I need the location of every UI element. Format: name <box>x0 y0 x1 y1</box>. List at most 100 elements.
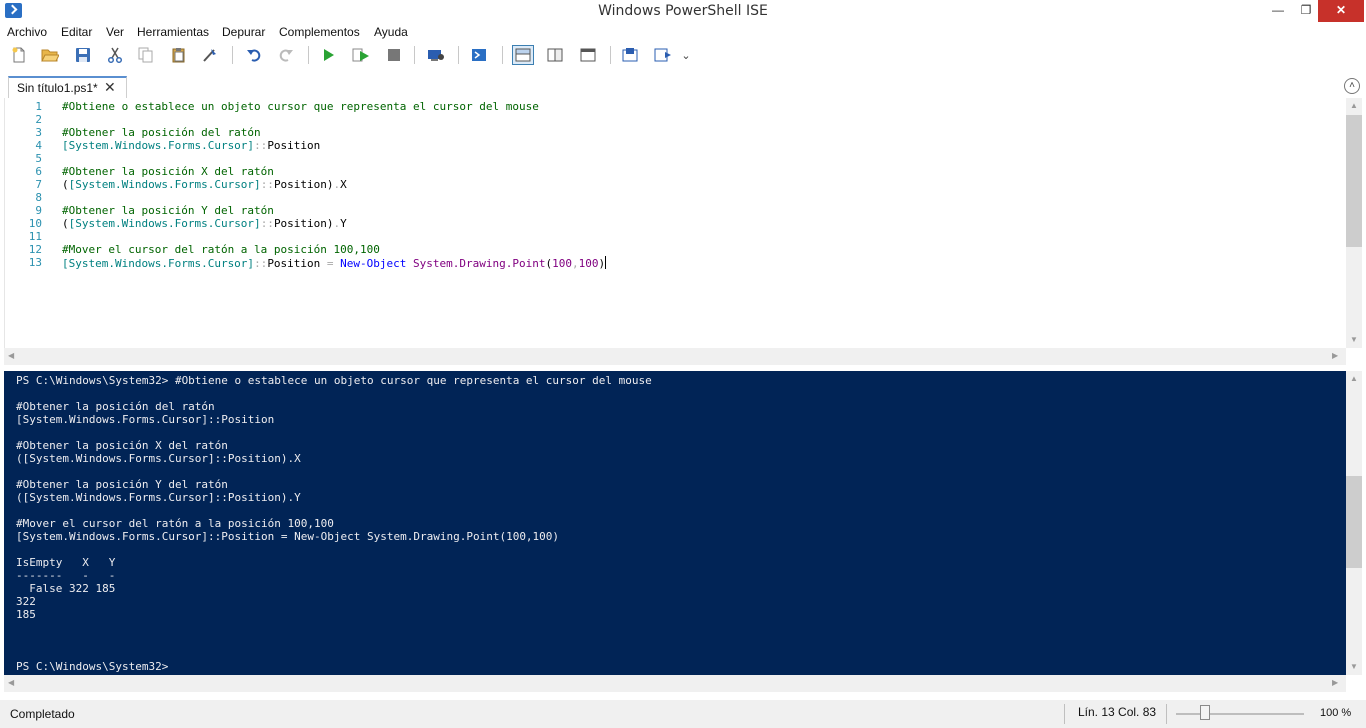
undo-icon[interactable] <box>245 46 263 64</box>
toolbar-separator <box>414 46 415 64</box>
editor-line-12: #Mover el cursor del ratón a la posición… <box>62 243 380 256</box>
menu-depurar[interactable]: Depurar <box>222 25 265 39</box>
editor-scroll-thumb[interactable] <box>1346 115 1362 247</box>
menu-herramientas[interactable]: Herramientas <box>137 25 209 39</box>
console-output-divider: ------- - - <box>16 569 116 582</box>
line-number: 8 <box>35 191 42 204</box>
open-folder-icon[interactable] <box>41 46 59 64</box>
tab-title: Sin título1.ps1* <box>17 81 98 95</box>
console-pane[interactable]: PS C:\Windows\System32> #Obtiene o estab… <box>4 371 1346 675</box>
menu-ayuda[interactable]: Ayuda <box>374 25 408 39</box>
line-number: 2 <box>35 113 42 126</box>
editor-line-4: [System.Windows.Forms.Cursor]::Position <box>62 139 321 152</box>
text-caret <box>605 256 607 269</box>
zoom-slider[interactable] <box>1176 713 1304 715</box>
scroll-up-icon[interactable]: ▲ <box>1350 374 1358 383</box>
editor-line-1: #Obtiene o establece un objeto cursor qu… <box>62 100 539 113</box>
console-line: PS C:\Windows\System32> #Obtiene o estab… <box>16 374 652 387</box>
line-number: 4 <box>35 139 42 152</box>
console-output-header: IsEmpty X Y <box>16 556 116 569</box>
status-divider <box>1064 704 1065 724</box>
toolbar-separator <box>458 46 459 64</box>
toolbar-separator <box>232 46 233 64</box>
restore-button[interactable]: ❐ <box>1292 0 1320 22</box>
powershell-console-icon[interactable] <box>470 46 488 64</box>
console-line: [System.Windows.Forms.Cursor]::Position … <box>16 530 560 543</box>
close-tab-icon[interactable]: ✕ <box>104 79 116 96</box>
editor-line-7: ([System.Windows.Forms.Cursor]::Position… <box>62 178 347 191</box>
run-selection-icon[interactable] <box>352 46 370 64</box>
collapse-script-pane-icon[interactable]: ˄ <box>1344 78 1360 94</box>
show-command-addon-icon[interactable] <box>654 46 672 64</box>
status-text: Completado <box>10 707 75 721</box>
save-icon[interactable] <box>74 46 92 64</box>
script-pane-right-icon[interactable] <box>546 46 564 64</box>
toolbar-overflow-icon[interactable]: ⌄ <box>680 46 692 64</box>
console-horizontal-scrollbar[interactable]: ◀ ▶ <box>4 675 1346 692</box>
scroll-right-icon[interactable]: ▶ <box>1332 351 1338 360</box>
toolbar-separator <box>308 46 309 64</box>
editor-line-9: #Obtener la posición Y del ratón <box>62 204 274 217</box>
console-line: #Obtener la posición del ratón <box>16 400 215 413</box>
console-line: #Mover el cursor del ratón a la posición… <box>16 517 334 530</box>
console-scroll-thumb[interactable] <box>1346 476 1362 568</box>
line-number: 7 <box>35 178 42 191</box>
scroll-down-icon[interactable]: ▼ <box>1350 335 1358 344</box>
line-number: 12 <box>28 243 42 256</box>
status-bar: Completado Lín. 13 Col. 83 100 % <box>0 700 1366 728</box>
console-line: #Obtener la posición Y del ratón <box>16 478 228 491</box>
scroll-left-icon[interactable]: ◀ <box>8 351 14 360</box>
window-title: Windows PowerShell ISE <box>598 3 768 19</box>
line-number: 5 <box>35 152 42 165</box>
scroll-left-icon[interactable]: ◀ <box>8 678 14 687</box>
copy-icon[interactable] <box>137 46 155 64</box>
close-button[interactable]: ✕ <box>1318 0 1364 22</box>
zoom-slider-thumb[interactable] <box>1200 705 1210 720</box>
remote-powershell-icon[interactable] <box>427 46 445 64</box>
scroll-up-icon[interactable]: ▲ <box>1350 101 1358 110</box>
toolbar: ⌄ <box>0 42 1366 68</box>
cut-icon[interactable] <box>106 46 124 64</box>
tab-sin-titulo1[interactable]: Sin título1.ps1* ✕ <box>8 76 127 98</box>
paste-icon[interactable] <box>170 46 188 64</box>
console-prompt: PS C:\Windows\System32> <box>16 660 169 673</box>
powershell-ise-window: Windows PowerShell ISE — ❐ ✕ Archivo Edi… <box>0 0 1366 728</box>
title-bar: Windows PowerShell ISE — ❐ ✕ <box>0 0 1366 24</box>
editor-line-10: ([System.Windows.Forms.Cursor]::Position… <box>62 217 347 230</box>
menu-bar: Archivo Editar Ver Herramientas Depurar … <box>0 24 1366 42</box>
editor-line-13: [System.Windows.Forms.Cursor]::Position … <box>62 256 607 270</box>
menu-complementos[interactable]: Complementos <box>279 25 360 39</box>
line-number: 10 <box>28 217 42 230</box>
console-output-row: False 322 185 <box>16 582 116 595</box>
new-file-icon[interactable] <box>10 46 28 64</box>
line-number: 3 <box>35 126 42 139</box>
stop-icon[interactable] <box>385 46 403 64</box>
console-line: ([System.Windows.Forms.Cursor]::Position… <box>16 491 301 504</box>
script-editor[interactable]: #Obtiene o establece un objeto cursor qu… <box>4 98 1346 348</box>
console-output-x: 322 <box>16 595 36 608</box>
line-number: 1 <box>35 100 42 113</box>
menu-editar[interactable]: Editar <box>61 25 92 39</box>
toolbar-separator <box>502 46 503 64</box>
line-number: 11 <box>28 230 42 243</box>
clear-console-icon[interactable] <box>201 46 219 64</box>
line-number: 13 <box>28 256 42 269</box>
menu-archivo[interactable]: Archivo <box>7 25 47 39</box>
run-script-icon[interactable] <box>319 46 337 64</box>
editor-line-3: #Obtener la posición del ratón <box>62 126 261 139</box>
redo-icon[interactable] <box>277 46 295 64</box>
editor-line-6: #Obtener la posición X del ratón <box>62 165 274 178</box>
console-line: #Obtener la posición X del ratón <box>16 439 228 452</box>
menu-ver[interactable]: Ver <box>106 25 124 39</box>
line-number: 9 <box>35 204 42 217</box>
scroll-right-icon[interactable]: ▶ <box>1332 678 1338 687</box>
console-line: [System.Windows.Forms.Cursor]::Position <box>16 413 275 426</box>
script-pane-maximized-icon[interactable] <box>579 46 597 64</box>
line-number: 6 <box>35 165 42 178</box>
scroll-down-icon[interactable]: ▼ <box>1350 662 1358 671</box>
minimize-button[interactable]: — <box>1264 0 1292 22</box>
show-command-window-icon[interactable] <box>621 46 639 64</box>
cursor-position: Lín. 13 Col. 83 <box>1078 705 1157 719</box>
script-pane-top-icon[interactable] <box>512 45 534 65</box>
editor-horizontal-scrollbar[interactable]: ◀ ▶ <box>4 348 1346 365</box>
